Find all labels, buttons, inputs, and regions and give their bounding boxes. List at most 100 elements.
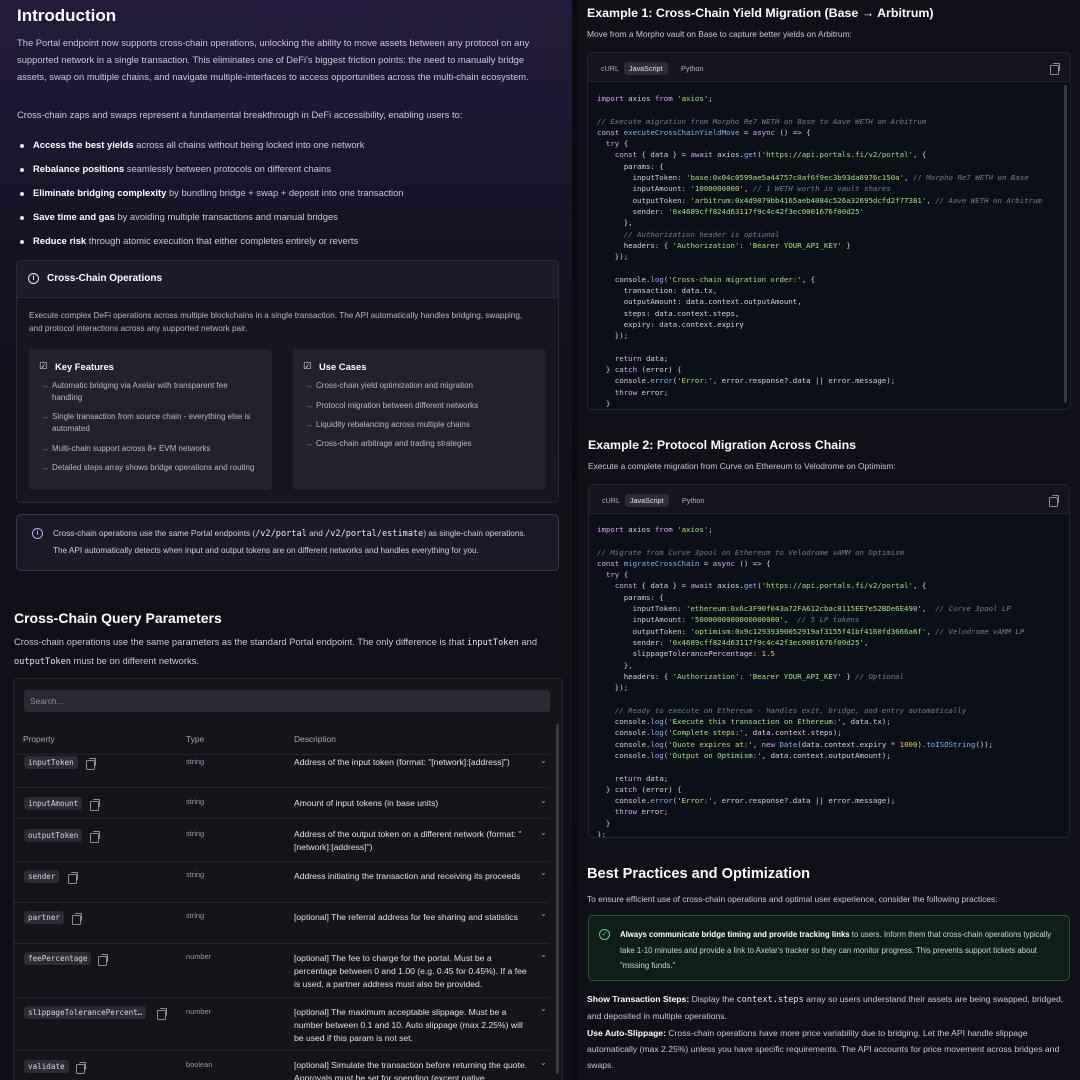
table-divider [14,997,550,998]
copy-icon[interactable] [76,1062,86,1074]
property-type: number [186,952,212,961]
key-features-box: ☑ Key Features → Automatic bridging via A… [29,349,272,490]
tab-python[interactable]: Python [677,494,709,507]
check-circle-icon: ☑ [39,361,48,371]
feature-item: → Single transaction from source chain - … [41,412,251,433]
tip-text: Always communicate bridge timing and pro… [620,930,1052,970]
feature-item: → Detailed steps array shows bridge opera… [41,463,255,472]
use-case-item: → Protocol migration between different ne… [305,401,479,410]
copy-icon[interactable] [1050,63,1060,75]
chevron-down-icon[interactable]: ⌄ [540,796,547,805]
arrow-right-icon: → [41,463,49,472]
feature-item: → Multi-chain support across 8+ EVM netwo… [41,444,211,453]
tab-curl[interactable]: cURL [596,62,624,75]
example-1-description: Move from a Morpho vault on Base to capt… [587,29,852,39]
chevron-down-icon[interactable]: ⌄ [540,868,547,877]
tip-callout: ✓ Always communicate bridge timing and p… [588,915,1070,981]
example-2-code: import axios from 'axios'; // Migrate fr… [597,525,1025,838]
best-practices-description: To ensure efficient use of cross-chain o… [587,894,998,904]
table-scrollbar[interactable] [556,724,559,1074]
arrow-right-icon: → [305,401,313,410]
property-description: [optional] The referral address for fee … [294,912,518,922]
card-title: Cross-Chain Operations [47,273,163,284]
column-header-property[interactable]: Property [23,734,55,744]
column-header-type[interactable]: Type [186,734,204,744]
use-case-item: → Cross-chain yield optimization and migr… [305,381,473,390]
copy-icon[interactable] [1049,495,1059,507]
arrow-right-icon: → [305,420,313,429]
example-1-code-block: cURL JavaScript Python import axios from… [587,52,1071,410]
arrow-right-icon: → [305,439,313,448]
chevron-down-icon[interactable]: ⌄ [540,950,547,959]
search-input[interactable]: Search... [24,690,550,712]
property-name: slippageTolerancePercent… [24,1006,147,1019]
tab-python[interactable]: Python [676,62,708,75]
info-icon: i [32,528,43,539]
query-params-title: Cross-Chain Query Parameters [14,610,222,626]
property-description: [optional] The fee to charge for the por… [294,953,527,989]
example-2-title: Example 2: Protocol Migration Across Cha… [588,438,857,452]
intro-bullet-1: Access the best yields across all chains… [20,139,364,150]
intro-bullet-2: Rebalance positions seamlessly between p… [20,163,331,174]
copy-icon[interactable] [86,758,96,770]
card-description: Execute complex DeFi operations across m… [29,311,523,333]
column-header-description[interactable]: Description [294,734,336,744]
chevron-down-icon[interactable]: ⌄ [540,1004,547,1013]
example-2-description: Execute a complete migration from Curve … [588,461,896,471]
callout-line-2: The API automatically detects when input… [53,546,479,555]
intro-bullet-5: Reduce risk through atomic execution tha… [20,235,358,246]
tab-curl[interactable]: cURL [597,494,625,507]
tab-javascript[interactable]: JavaScript [624,62,668,75]
table-divider [14,902,550,903]
property-description: Address of the output token on a differe… [294,829,522,852]
use-case-item: → Cross-chain arbitrage and trading strat… [305,439,472,448]
right-panel: Example 1: Cross-Chain Yield Migration (… [578,0,1080,1080]
cross-chain-operations-card: i Cross-Chain Operations Execute complex… [16,260,559,503]
arrow-right-icon: → [305,381,313,390]
table-divider [14,754,550,755]
property-type: string [186,797,205,806]
copy-icon[interactable] [98,954,108,966]
property-name: partner [24,911,65,924]
chevron-down-icon[interactable]: ⌄ [540,828,547,837]
chevron-down-icon[interactable]: ⌄ [540,1058,547,1067]
copy-icon[interactable] [68,872,78,884]
property-name: inputToken [24,756,78,769]
practice-auto-slippage: Use Auto-Slippage: Cross-chain operation… [587,1028,1060,1070]
use-cases-box: ☑ Use Cases → Cross-chain yield optimizat… [293,349,546,490]
copy-icon[interactable] [90,831,100,843]
table-divider [14,787,550,788]
property-description: Address initiating the transaction and r… [294,871,521,881]
example-1-code: import axios from 'axios'; // Execute mi… [597,94,1042,409]
property-description: Amount of input tokens (in base units) [294,798,439,808]
info-callout: i Cross-chain operations use the same Po… [16,514,559,571]
property-type: string [186,829,205,838]
tab-javascript[interactable]: JavaScript [625,494,669,507]
code-scrollbar[interactable] [1064,85,1067,403]
property-type: boolean [186,1060,213,1069]
property-name: sender [24,870,60,883]
chevron-down-icon[interactable]: ⌄ [540,756,547,765]
practice-show-steps: Show Transaction Steps: Display the cont… [587,994,1064,1021]
property-description: Address of the input token (format: "[ne… [294,757,510,767]
property-description: [optional] Simulate the transaction befo… [294,1060,528,1080]
check-circle-icon: ✓ [599,929,610,940]
intro-bullet-4: Save time and gas by avoiding multiple t… [20,211,338,222]
property-name: outputToken [24,829,83,842]
use-case-item: → Liquidity rebalancing across multiple c… [305,420,470,429]
table-divider [14,943,550,944]
property-name: inputAmount [24,797,83,810]
property-type: number [186,1007,212,1016]
code-language-tabs: cURL JavaScript Python [588,53,1070,82]
intro-bullet-3: Eliminate bridging complexity by bundlin… [20,187,404,198]
feature-item: → Automatic bridging via Axelar with tran… [41,381,228,402]
property-type: string [186,870,205,879]
copy-icon[interactable] [90,799,100,811]
table-divider [14,861,550,862]
copy-icon[interactable] [72,913,82,925]
property-name: feePercentage [24,952,92,965]
example-1-title: Example 1: Cross-Chain Yield Migration (… [587,6,934,20]
arrow-right-icon: → [41,412,49,421]
chevron-down-icon[interactable]: ⌄ [540,909,547,918]
copy-icon[interactable] [157,1008,167,1020]
